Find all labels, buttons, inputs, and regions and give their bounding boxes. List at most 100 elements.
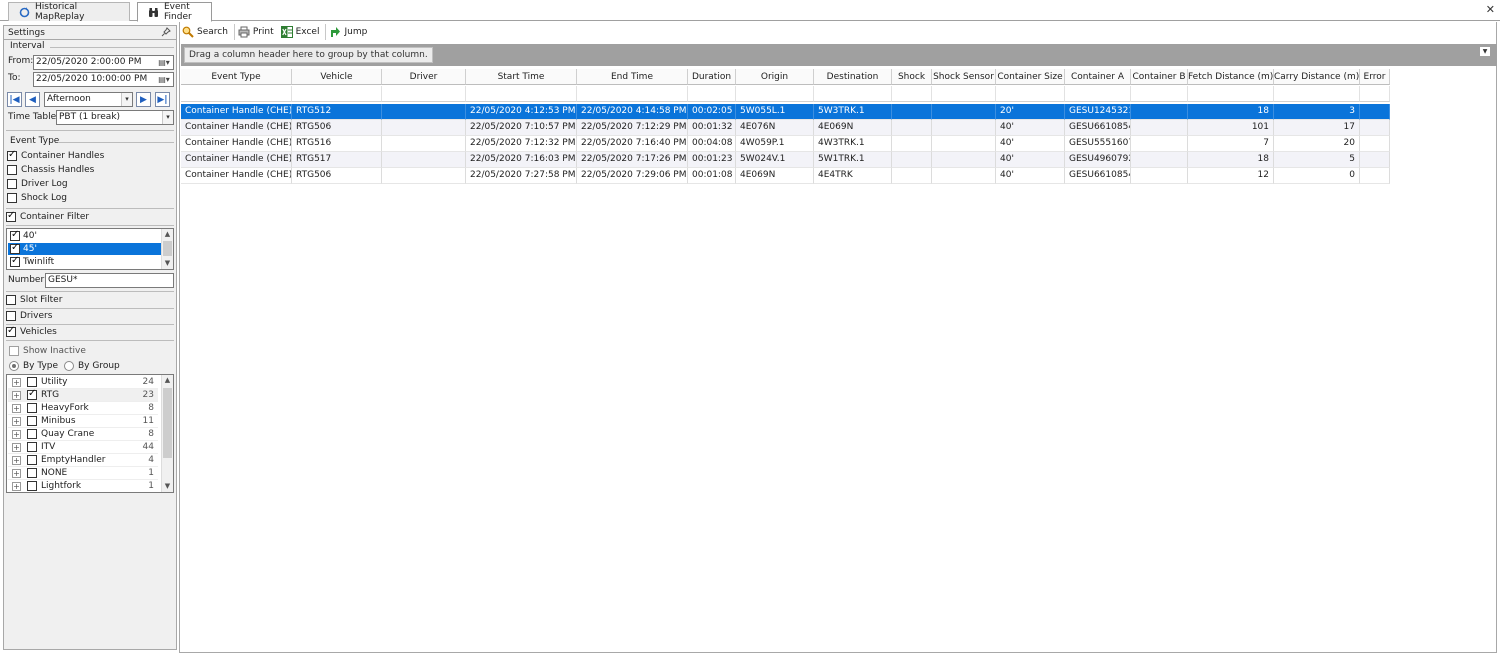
vehicle-type-tree[interactable]: + Utility24 + RTG23 + HeavyFork8 + Minib… — [6, 374, 174, 493]
checkbox[interactable] — [27, 442, 37, 452]
checkbox[interactable] — [27, 403, 37, 413]
scrollbar[interactable]: ▲ ▼ — [161, 375, 173, 492]
scrollbar[interactable]: ▲ ▼ — [161, 229, 173, 269]
scroll-up-icon[interactable]: ▲ — [162, 375, 173, 386]
scroll-thumb[interactable] — [163, 241, 172, 256]
filter-cell[interactable] — [688, 86, 736, 102]
checkbox[interactable] — [27, 429, 37, 439]
event-type-chassis-handles[interactable]: Chassis Handles — [7, 164, 94, 176]
group-by-panel[interactable]: Drag a column header here to group by th… — [181, 44, 1497, 66]
shift-select[interactable]: Afternoon ▾ — [44, 92, 133, 107]
column-header[interactable]: Error — [1360, 69, 1390, 85]
tree-item-minibus[interactable]: + Minibus 11 — [8, 415, 158, 428]
checkbox[interactable] — [10, 255, 20, 267]
list-item[interactable]: 40' — [8, 229, 161, 242]
previous-period-button[interactable]: ◀ — [25, 92, 40, 107]
by-type-radio[interactable]: By Type — [9, 360, 58, 372]
event-type-driver-log[interactable]: Driver Log — [7, 178, 68, 190]
filter-cell[interactable] — [1131, 86, 1188, 102]
checkbox[interactable] — [6, 295, 16, 305]
event-type-shock-log[interactable]: Shock Log — [7, 192, 67, 204]
column-header[interactable]: Container B — [1131, 69, 1188, 85]
checkbox[interactable] — [27, 377, 37, 387]
list-item[interactable]: Twinlift — [8, 255, 161, 268]
expand-icon[interactable]: + — [12, 468, 21, 478]
jump-button[interactable]: Jump — [327, 23, 372, 41]
expand-icon[interactable]: + — [12, 416, 21, 426]
container-filter-toggle[interactable]: Container Filter — [6, 210, 89, 223]
checkbox[interactable] — [7, 149, 17, 161]
tree-item-none[interactable]: + NONE 1 — [8, 467, 158, 480]
search-button[interactable]: Search — [180, 23, 233, 41]
chevron-down-icon[interactable]: ▾ — [162, 111, 173, 124]
expand-icon[interactable]: + — [12, 403, 21, 413]
container-size-list[interactable]: 40' 45' Twinlift ▲ ▼ — [6, 228, 174, 270]
calendar-dropdown-icon[interactable]: ▤▾ — [155, 56, 173, 69]
filter-cell[interactable] — [996, 86, 1065, 102]
filter-cell[interactable] — [814, 86, 892, 102]
checkbox[interactable] — [10, 229, 20, 241]
column-header[interactable]: Origin — [736, 69, 814, 85]
radio-button[interactable] — [64, 361, 74, 371]
from-datetime-field[interactable]: 22/05/2020 2:00:00 PM ▤▾ — [33, 55, 174, 70]
filter-cell[interactable] — [736, 86, 814, 102]
filter-cell[interactable] — [292, 86, 382, 102]
tree-item-emptyhandler[interactable]: + EmptyHandler 4 — [8, 454, 158, 467]
column-header[interactable]: Driver — [382, 69, 466, 85]
checkbox[interactable] — [27, 481, 37, 491]
filter-cell[interactable] — [1360, 86, 1390, 102]
calendar-dropdown-icon[interactable]: ▤▾ — [155, 73, 173, 86]
radio-button[interactable] — [9, 361, 19, 371]
column-header[interactable]: Vehicle — [292, 69, 382, 85]
column-header[interactable]: Duration — [688, 69, 736, 85]
column-header[interactable]: Fetch Distance (m) — [1188, 69, 1274, 85]
checkbox[interactable] — [7, 193, 17, 203]
column-header[interactable]: Start Time — [466, 69, 577, 85]
expand-icon[interactable]: + — [12, 481, 21, 491]
to-datetime-field[interactable]: 22/05/2020 10:00:00 PM ▤▾ — [33, 72, 174, 87]
drivers-toggle[interactable]: Drivers — [6, 310, 52, 322]
expand-icon[interactable]: + — [12, 390, 21, 400]
filter-cell[interactable] — [382, 86, 466, 102]
by-group-radio[interactable]: By Group — [64, 360, 120, 372]
checkbox[interactable] — [27, 388, 37, 400]
filter-cell[interactable] — [1274, 86, 1360, 102]
container-number-input[interactable]: GESU* — [45, 273, 174, 288]
checkbox[interactable] — [9, 346, 19, 356]
column-header[interactable]: Shock Sensor — [932, 69, 996, 85]
next-period-button[interactable]: ▶ — [136, 92, 151, 107]
list-item[interactable]: 45' — [8, 242, 161, 255]
filter-cell[interactable] — [892, 86, 932, 102]
print-button[interactable]: Print — [236, 23, 279, 41]
chevron-down-icon[interactable]: ▼ — [1480, 47, 1490, 56]
filter-cell[interactable] — [577, 86, 688, 102]
show-inactive-toggle[interactable]: Show Inactive — [9, 345, 86, 357]
expand-icon[interactable]: + — [12, 429, 21, 439]
tab-event-finder[interactable]: Event Finder — [137, 2, 212, 22]
last-period-button[interactable]: ▶| — [155, 92, 170, 107]
tree-item-quay-crane[interactable]: + Quay Crane 8 — [8, 428, 158, 441]
filter-cell[interactable] — [181, 86, 292, 102]
expand-icon[interactable]: + — [12, 455, 21, 465]
checkbox[interactable] — [10, 242, 20, 254]
filter-cell[interactable] — [1065, 86, 1131, 102]
vehicles-toggle[interactable]: Vehicles — [6, 325, 57, 338]
filter-cell[interactable] — [466, 86, 577, 102]
checkbox[interactable] — [27, 416, 37, 426]
tab-historical-map-replay[interactable]: Historical MapReplay — [8, 2, 130, 22]
checkbox[interactable] — [7, 179, 17, 189]
checkbox[interactable] — [27, 455, 37, 465]
checkbox[interactable] — [6, 325, 16, 337]
scroll-down-icon[interactable]: ▼ — [162, 481, 173, 492]
expand-icon[interactable]: + — [12, 377, 21, 387]
slot-filter-toggle[interactable]: Slot Filter — [6, 294, 62, 306]
column-header[interactable]: Destination — [814, 69, 892, 85]
tree-item-lightfork[interactable]: + Lightfork 1 — [8, 480, 158, 492]
chevron-down-icon[interactable]: ▾ — [121, 93, 132, 106]
filter-cell[interactable] — [1188, 86, 1274, 102]
checkbox[interactable] — [6, 210, 16, 222]
column-header[interactable]: Container Size — [996, 69, 1065, 85]
tree-item-itv[interactable]: + ITV 44 — [8, 441, 158, 454]
timetable-select[interactable]: PBT (1 break) ▾ — [56, 110, 174, 125]
scroll-up-icon[interactable]: ▲ — [162, 229, 173, 240]
